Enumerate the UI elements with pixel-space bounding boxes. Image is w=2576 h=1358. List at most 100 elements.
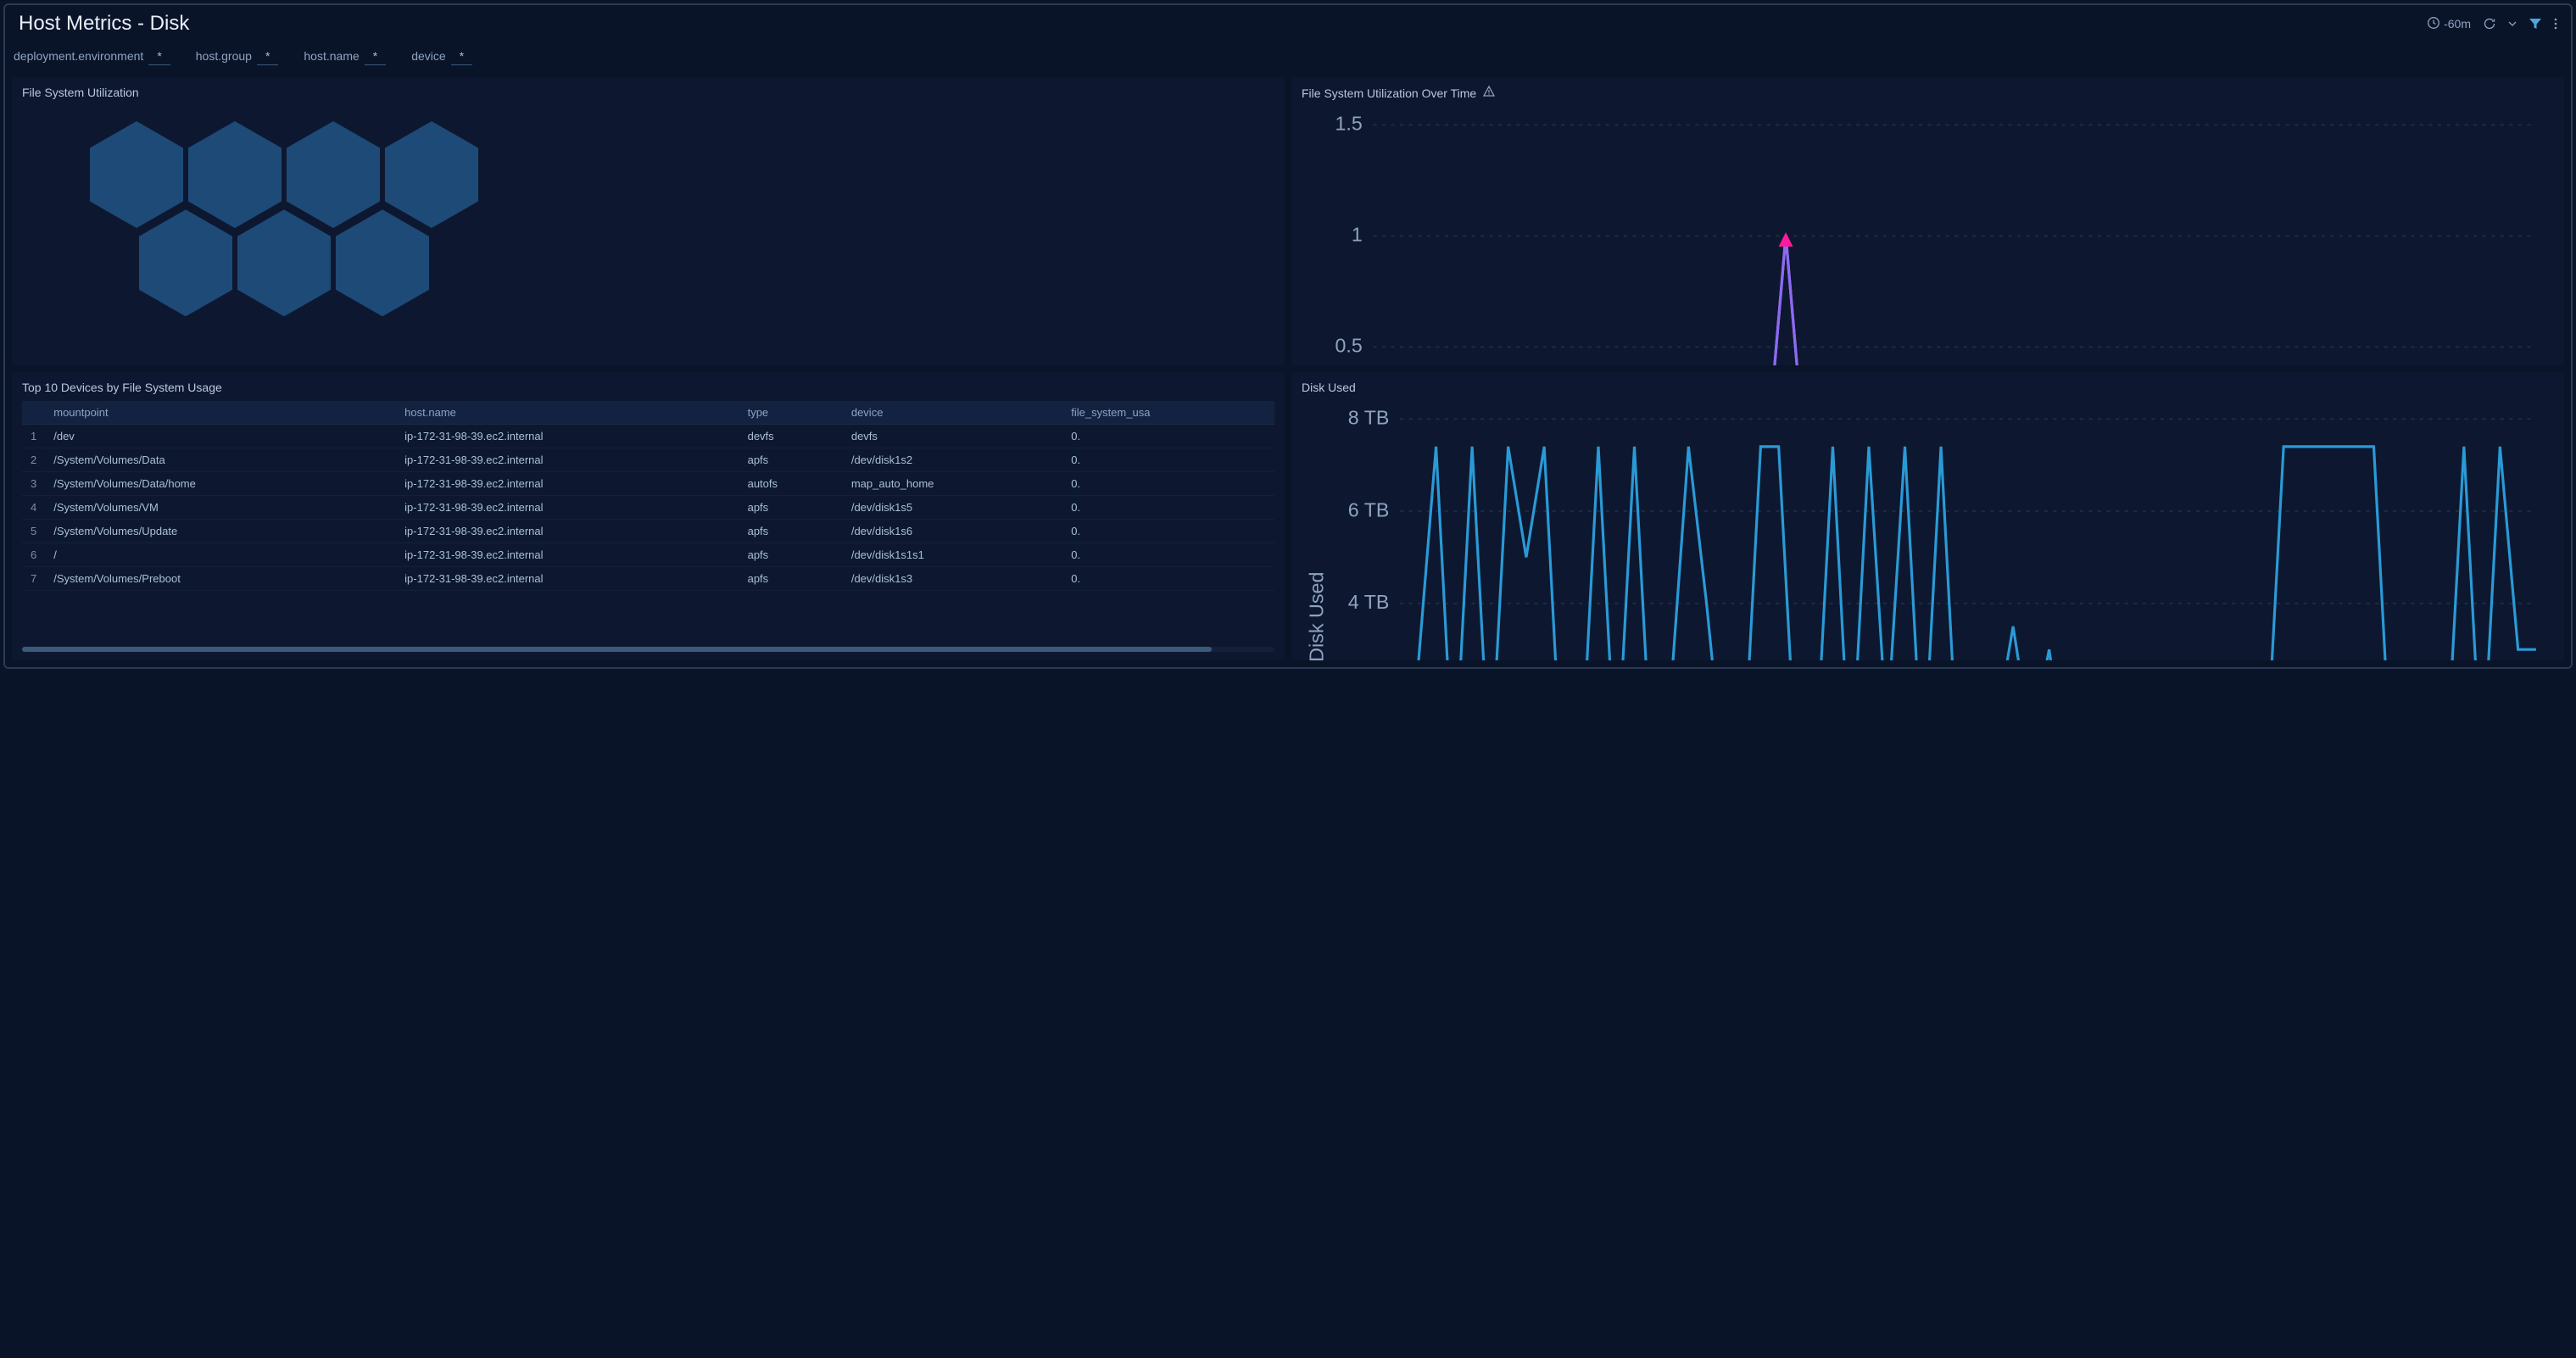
hexagon-cell[interactable] <box>139 209 232 316</box>
table-cell: /dev/disk1s1s1 <box>843 543 1062 567</box>
filter-host-group[interactable]: host.group * <box>196 47 279 65</box>
table-cell: 0. <box>1062 520 1274 543</box>
table-cell: ip-172-31-98-39.ec2.internal <box>396 425 739 448</box>
filter-device[interactable]: device * <box>411 47 472 65</box>
table-cell: apfs <box>739 543 843 567</box>
table-cell: 0. <box>1062 425 1274 448</box>
table-cell: apfs <box>739 496 843 520</box>
filter-label: deployment.environment <box>14 49 143 63</box>
table-cell: ip-172-31-98-39.ec2.internal <box>396 520 739 543</box>
table-cell: 6 <box>22 543 45 567</box>
time-range-picker[interactable]: -60m <box>2427 16 2471 32</box>
filter-label: host.name <box>304 49 359 63</box>
table-cell: apfs <box>739 567 843 591</box>
hexagon-cell[interactable] <box>336 209 429 316</box>
filter-value[interactable]: * <box>148 47 170 65</box>
time-range-value: -60m <box>2444 17 2471 31</box>
table-cell: 0. <box>1062 472 1274 496</box>
hexagon-cell[interactable] <box>188 121 282 228</box>
chevron-down-icon[interactable] <box>2508 19 2517 28</box>
hexagon-cell[interactable] <box>90 121 183 228</box>
table-cell: 3 <box>22 472 45 496</box>
filter-value[interactable]: * <box>451 47 472 65</box>
table-cell: 2 <box>22 448 45 472</box>
table-cell: 1 <box>22 425 45 448</box>
table-cell: 4 <box>22 496 45 520</box>
svg-text:1.5: 1.5 <box>1335 113 1363 135</box>
column-header[interactable]: mountpoint <box>45 401 396 425</box>
refresh-icon[interactable] <box>2483 17 2496 31</box>
chart-series-line[interactable] <box>1400 447 2536 660</box>
column-header[interactable]: type <box>739 401 843 425</box>
table-cell: / <box>45 543 396 567</box>
warning-icon <box>1483 86 1495 100</box>
column-header[interactable] <box>22 401 45 425</box>
filter-icon[interactable] <box>2529 17 2542 31</box>
table-cell: ip-172-31-98-39.ec2.internal <box>396 448 739 472</box>
table-cell: /System/Volumes/Update <box>45 520 396 543</box>
table-cell: autofs <box>739 472 843 496</box>
table-cell: /dev/disk1s6 <box>843 520 1062 543</box>
more-icon[interactable] <box>2554 17 2557 31</box>
table-cell: apfs <box>739 520 843 543</box>
horizontal-scrollbar[interactable] <box>22 647 1274 652</box>
panel-title: Top 10 Devices by File System Usage <box>22 381 1274 394</box>
filter-host-name[interactable]: host.name * <box>304 47 386 65</box>
svg-text:0.5: 0.5 <box>1335 334 1363 356</box>
table-cell: /dev/disk1s5 <box>843 496 1062 520</box>
svg-text:6 TB: 6 TB <box>1348 498 1390 520</box>
column-header[interactable]: host.name <box>396 401 739 425</box>
table-row[interactable]: 3/System/Volumes/Data/homeip-172-31-98-3… <box>22 472 1274 496</box>
devices-table: mountpointhost.nametypedevicefile_system… <box>22 401 1274 591</box>
clock-icon <box>2427 16 2440 32</box>
table-cell: 0. <box>1062 448 1274 472</box>
svg-text:1: 1 <box>1352 223 1363 245</box>
panel-title: Disk Used <box>1302 381 2554 394</box>
table-cell: /dev/disk1s2 <box>843 448 1062 472</box>
table-row[interactable]: 2/System/Volumes/Dataip-172-31-98-39.ec2… <box>22 448 1274 472</box>
peak-marker-icon <box>1779 232 1793 247</box>
svg-text:4 TB: 4 TB <box>1348 591 1390 613</box>
table-row[interactable]: 1/devip-172-31-98-39.ec2.internaldevfsde… <box>22 425 1274 448</box>
table-row[interactable]: 6/ip-172-31-98-39.ec2.internalapfs/dev/d… <box>22 543 1274 567</box>
filter-deployment-environment[interactable]: deployment.environment * <box>14 47 170 65</box>
hexagon-cell[interactable] <box>237 209 331 316</box>
table-row[interactable]: 5/System/Volumes/Updateip-172-31-98-39.e… <box>22 520 1274 543</box>
table-cell: devfs <box>843 425 1062 448</box>
table-row[interactable]: 7/System/Volumes/Prebootip-172-31-98-39.… <box>22 567 1274 591</box>
table-cell: ip-172-31-98-39.ec2.internal <box>396 472 739 496</box>
table-cell: /System/Volumes/Data <box>45 448 396 472</box>
column-header[interactable]: device <box>843 401 1062 425</box>
table-cell: 0. <box>1062 496 1274 520</box>
table-cell: devfs <box>739 425 843 448</box>
table-cell: 7 <box>22 567 45 591</box>
chart-series-line[interactable] <box>1373 236 2535 365</box>
table-cell: ip-172-31-98-39.ec2.internal <box>396 496 739 520</box>
table-cell: ip-172-31-98-39.ec2.internal <box>396 567 739 591</box>
page-title: Host Metrics - Disk <box>19 12 189 36</box>
filter-value[interactable]: * <box>365 47 386 65</box>
table-cell: /System/Volumes/VM <box>45 496 396 520</box>
table-cell: 0. <box>1062 567 1274 591</box>
disk-used-panel: Disk Used 0 B2 TB4 TB6 TB8 TB14:5014:581… <box>1291 372 2564 660</box>
table-row[interactable]: 4/System/Volumes/VMip-172-31-98-39.ec2.i… <box>22 496 1274 520</box>
file-system-utilization-over-time-panel: File System Utilization Over Time 00.511… <box>1291 77 2564 365</box>
panel-title: File System Utilization Over Time <box>1302 86 1476 100</box>
table-cell: /System/Volumes/Preboot <box>45 567 396 591</box>
table-cell: ip-172-31-98-39.ec2.internal <box>396 543 739 567</box>
table-cell: map_auto_home <box>843 472 1062 496</box>
filter-label: host.group <box>196 49 252 63</box>
filter-value[interactable]: * <box>257 47 278 65</box>
table-cell: /dev <box>45 425 396 448</box>
filter-label: device <box>411 49 445 63</box>
table-cell: /System/Volumes/Data/home <box>45 472 396 496</box>
svg-text:8 TB: 8 TB <box>1348 407 1390 429</box>
table-cell: 0. <box>1062 543 1274 567</box>
table-cell: /dev/disk1s3 <box>843 567 1062 591</box>
hexagon-cell[interactable] <box>287 121 380 228</box>
column-header[interactable]: file_system_usa <box>1062 401 1274 425</box>
hexagon-cell[interactable] <box>385 121 478 228</box>
svg-text:Disk Used: Disk Used <box>1305 572 1327 660</box>
chart-series-line[interactable] <box>1373 236 2535 365</box>
table-cell: 5 <box>22 520 45 543</box>
